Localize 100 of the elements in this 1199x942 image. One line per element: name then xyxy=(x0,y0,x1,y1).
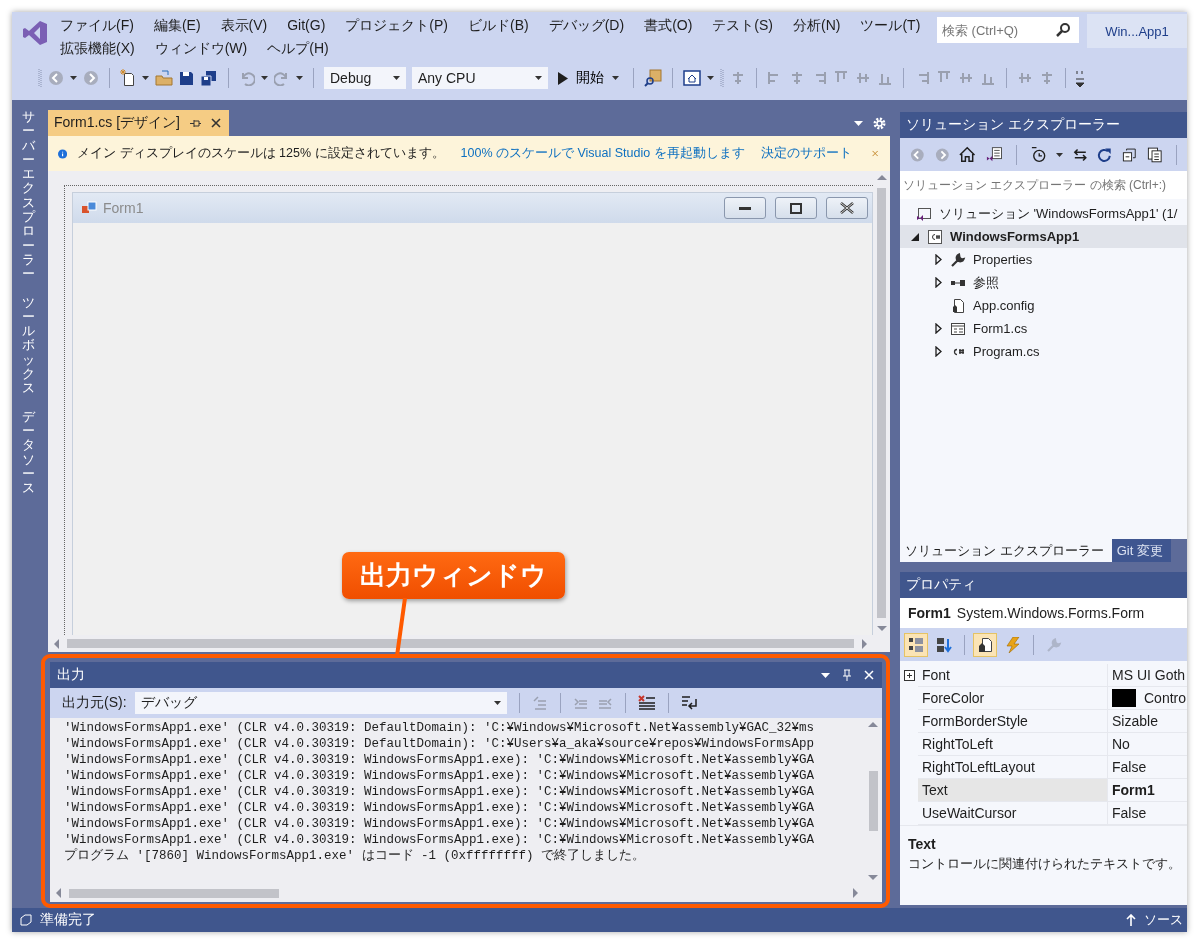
up-arrow-icon[interactable] xyxy=(1126,914,1136,926)
tree-item[interactable]: Program.cs xyxy=(900,340,1187,363)
expanded-arrow-icon[interactable] xyxy=(911,232,919,241)
home-window-icon[interactable] xyxy=(683,70,701,86)
menu-item[interactable]: プロジェクト(P) xyxy=(345,15,456,38)
pin-icon[interactable] xyxy=(190,117,201,129)
info-link[interactable]: 100% のスケールで Visual Studio を再起動します xyxy=(460,145,745,162)
caret-icon[interactable] xyxy=(142,76,149,80)
overflow-icon[interactable] xyxy=(1076,69,1084,87)
property-row[interactable]: Text Form1 xyxy=(900,779,1187,802)
word-wrap-icon[interactable] xyxy=(680,695,699,711)
tree-item[interactable]: WindowsFormsApp1 xyxy=(900,225,1187,248)
property-row[interactable]: FormBorderStyle Sizable xyxy=(900,710,1187,733)
property-value: MS UI Goth xyxy=(1112,667,1186,683)
copy-icon[interactable] xyxy=(1146,146,1162,163)
maximize-button[interactable] xyxy=(775,197,817,219)
menu-item[interactable]: 編集(E) xyxy=(153,15,209,38)
minimize-icon xyxy=(739,206,751,210)
menu-item[interactable]: デバッグ(D) xyxy=(548,15,633,38)
switch-views-icon[interactable] xyxy=(985,146,1003,163)
caret-icon[interactable] xyxy=(1055,152,1063,157)
caret-icon[interactable] xyxy=(493,701,501,705)
search-field[interactable]: ソリューション エクスプローラー の検索 (Ctrl+:) xyxy=(900,171,1187,199)
menu-item[interactable]: 表示(V) xyxy=(220,15,276,38)
property-row[interactable]: ForeColor Contro xyxy=(900,687,1187,710)
menu-item[interactable]: 分析(N) xyxy=(793,15,849,38)
menu-item[interactable]: ファイル(F) xyxy=(60,15,142,38)
side-tab[interactable]: ツールボックス xyxy=(21,295,35,396)
caret-icon[interactable] xyxy=(707,76,714,80)
log-line: 'WindowsFormsApp1.exe' (CLR v4.0.30319: WindowsFormsApp1.exe): 'C:¥Windows¥Microsoft.Net¥assembly¥GA xyxy=(64,768,816,784)
tree-item[interactable]: App.config xyxy=(900,294,1187,317)
collapse-all-icon[interactable] xyxy=(1121,146,1137,163)
caret-icon[interactable] xyxy=(261,76,268,80)
visual-studio-logo xyxy=(22,20,48,46)
collapsed-arrow-icon[interactable] xyxy=(934,277,942,288)
clear-all-icon[interactable] xyxy=(637,695,656,711)
settings-icon[interactable] xyxy=(873,116,886,130)
sync-icon[interactable] xyxy=(1072,146,1088,163)
property-row[interactable]: RightToLeft No xyxy=(900,733,1187,756)
menu-item[interactable]: テスト(S) xyxy=(712,15,781,38)
tree-item[interactable]: ソリューション 'WindowsFormsApp1' (1/ xyxy=(900,202,1187,225)
find-in-files-icon[interactable] xyxy=(644,69,662,87)
minimize-button[interactable] xyxy=(724,197,766,219)
tree-item[interactable]: Form1.cs xyxy=(900,317,1187,340)
side-tab[interactable]: データソース xyxy=(21,409,35,496)
search-field[interactable]: 検索 (Ctrl+Q) xyxy=(937,17,1079,43)
menu-item[interactable]: ツール(T) xyxy=(860,15,929,38)
source-control-label[interactable]: ソース xyxy=(1144,911,1183,929)
close-icon[interactable] xyxy=(211,118,221,128)
tree-item[interactable]: Properties xyxy=(900,248,1187,271)
dropdown-icon[interactable] xyxy=(821,672,830,678)
property-value: False xyxy=(1112,805,1147,821)
document-tab[interactable]: Form1.cs [デザイン] xyxy=(48,110,229,136)
close-button[interactable] xyxy=(826,197,868,219)
caret-icon[interactable] xyxy=(296,76,303,80)
wrench-icon xyxy=(950,251,966,268)
source-dropdown[interactable]: デバッグ xyxy=(134,692,507,714)
panel-tab[interactable]: ソリューション エクスプローラー xyxy=(900,539,1112,562)
menu-item[interactable]: ヘルプ(H) xyxy=(267,38,337,61)
platform-dropdown[interactable]: Any CPU xyxy=(412,67,548,89)
property-value: False xyxy=(1112,759,1147,775)
caret-icon[interactable] xyxy=(612,76,619,80)
save-all-icon[interactable] xyxy=(200,69,218,87)
collapsed-arrow-icon[interactable] xyxy=(934,346,942,357)
refresh-icon[interactable] xyxy=(1097,146,1112,163)
tab-label[interactable]: Form1.cs [デザイン] xyxy=(54,114,180,132)
caret-icon[interactable] xyxy=(70,76,77,80)
start-button[interactable]: 開始 xyxy=(554,67,623,89)
save-icon[interactable] xyxy=(179,70,194,86)
menu-item[interactable]: ウィンドウ(W) xyxy=(154,38,256,61)
description-title: Text xyxy=(908,836,937,852)
sort-icon xyxy=(936,636,952,653)
caret-icon[interactable] xyxy=(535,76,542,80)
property-row[interactable]: UseWaitCursor False xyxy=(900,802,1187,825)
search-icon xyxy=(1055,22,1071,38)
menu-item[interactable]: 拡張機能(X) xyxy=(60,38,143,61)
properties-button[interactable] xyxy=(973,632,997,657)
collapsed-arrow-icon[interactable] xyxy=(934,254,942,265)
configuration-dropdown[interactable]: Debug xyxy=(324,67,406,89)
wrench-icon xyxy=(1046,636,1062,653)
home-icon[interactable] xyxy=(959,146,976,163)
source-label: 出力元(S): xyxy=(62,694,127,712)
panel-tab[interactable]: Git 変更 xyxy=(1111,539,1171,562)
form-icon xyxy=(81,201,97,215)
side-tab[interactable]: サーバーエクスプローラー xyxy=(21,110,35,282)
info-link[interactable]: 決定のサポート xyxy=(760,145,852,162)
clock-icon[interactable] xyxy=(1031,146,1046,163)
categorized-button[interactable] xyxy=(904,632,928,657)
menu-item[interactable]: 書式(O) xyxy=(644,15,701,38)
menu-item[interactable]: Git(G) xyxy=(287,15,334,38)
new-item-icon[interactable] xyxy=(120,69,136,87)
expand-icon[interactable] xyxy=(903,670,915,681)
pin-icon[interactable] xyxy=(842,669,852,681)
menu-item[interactable]: ビルド(B) xyxy=(468,15,537,38)
caret-icon[interactable] xyxy=(393,76,400,80)
property-row[interactable]: Font MS UI Goth xyxy=(900,664,1187,687)
collapsed-arrow-icon[interactable] xyxy=(934,323,942,334)
maximize-icon xyxy=(790,202,802,214)
dropdown-icon[interactable] xyxy=(854,120,863,126)
tree-item[interactable]: 参照 xyxy=(900,271,1187,294)
